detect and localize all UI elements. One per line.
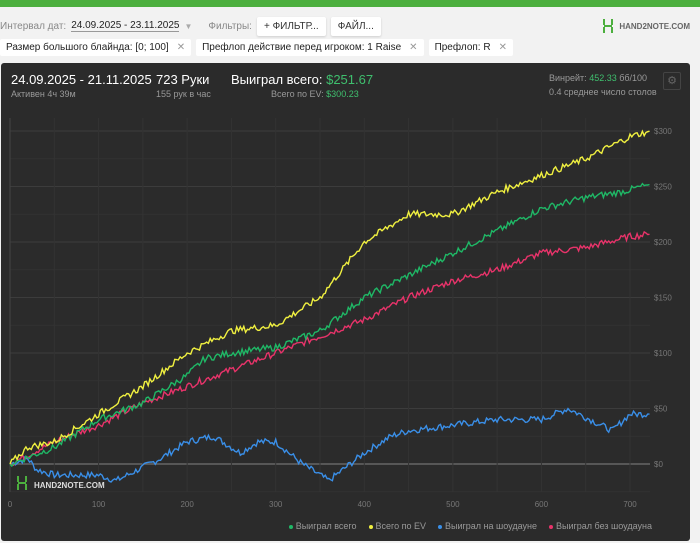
interval-label: Интервал дат:	[0, 20, 67, 32]
filter-chip[interactable]: Размер большого блайнда: [0; 100] ✕	[0, 39, 192, 56]
chip-label: Размер большого блайнда: [0; 100]	[6, 42, 169, 53]
close-icon[interactable]: ✕	[177, 42, 185, 53]
graph-panel: 24.09.2025 - 21.11.2025 Активен 4ч 39м 7…	[1, 63, 690, 541]
legend-item[interactable]: Всего по EV	[368, 521, 427, 531]
legend: Выиграл всего Всего по EV Выиграл на шоуда…	[288, 521, 652, 531]
x-tick-label: 600	[535, 500, 549, 509]
filters-label: Фильтры:	[208, 20, 252, 32]
hand2note-logo-icon	[603, 19, 614, 33]
chevron-down-icon[interactable]: ▼	[184, 22, 192, 31]
y-tick-label: $0	[654, 460, 663, 469]
legend-dot-icon	[438, 524, 443, 529]
filter-chips: Размер большого блайнда: [0; 100] ✕ Префл…	[0, 39, 513, 56]
x-tick-label: 700	[623, 500, 637, 509]
legend-dot-icon	[549, 524, 553, 529]
logo: HAND2NOTE.COM	[602, 18, 690, 34]
legend-item[interactable]: Выиграл без шоудауна	[549, 521, 652, 531]
legend-dot-icon	[368, 524, 373, 529]
y-tick-label: $300	[654, 127, 672, 136]
y-tick-label: $50	[654, 405, 668, 414]
y-tick-label: $100	[654, 349, 672, 358]
filter-chip[interactable]: Префлоп действие перед игроком: 1 Raise ✕	[196, 39, 424, 56]
file-button[interactable]: ФАЙЛ...	[330, 16, 381, 36]
close-icon[interactable]: ✕	[499, 42, 507, 53]
legend-dot-icon	[288, 524, 293, 529]
y-tick-label: $250	[654, 183, 672, 192]
x-tick-label: 300	[269, 500, 283, 509]
watermark: HAND2NOTE.COM	[34, 481, 105, 490]
series-line	[9, 230, 650, 467]
legend-label: Всего по EV	[375, 521, 427, 531]
top-accent-bar	[0, 0, 700, 7]
x-tick-label: 500	[446, 500, 460, 509]
watermark-logo-icon	[17, 476, 27, 490]
x-tick-label: 0	[8, 500, 13, 509]
interval-value[interactable]: 24.09.2025 - 23.11.2025	[71, 20, 180, 32]
x-tick-label: 400	[358, 500, 372, 509]
legend-label: Выиграл без шоудауна	[556, 521, 652, 531]
toolbar: Интервал дат: 24.09.2025 - 23.11.2025 ▼ …	[0, 16, 700, 36]
logo-text: HAND2NOTE.COM	[619, 21, 690, 31]
legend-item[interactable]: Выиграл на шоудауне	[438, 521, 537, 531]
x-tick-label: 100	[92, 500, 106, 509]
legend-label: Выиграл всего	[295, 521, 357, 531]
legend-label: Выиграл на шоудауне	[445, 521, 537, 531]
legend-item[interactable]: Выиграл всего	[288, 521, 357, 531]
chip-label: Префлоп действие перед игроком: 1 Raise	[202, 42, 402, 53]
x-tick-label: 200	[180, 500, 194, 509]
add-filter-button[interactable]: + ФИЛЬТР...	[256, 16, 326, 36]
y-tick-label: $200	[654, 238, 672, 247]
chart: $0 $50 $100 $150 $200 $250 $300 0 100 200 300 400 50…	[8, 118, 672, 509]
y-tick-label: $150	[654, 294, 672, 303]
close-icon[interactable]: ✕	[409, 42, 417, 53]
filter-chip[interactable]: Префлоп: R ✕	[428, 39, 513, 56]
chip-label: Префлоп: R	[434, 42, 491, 53]
